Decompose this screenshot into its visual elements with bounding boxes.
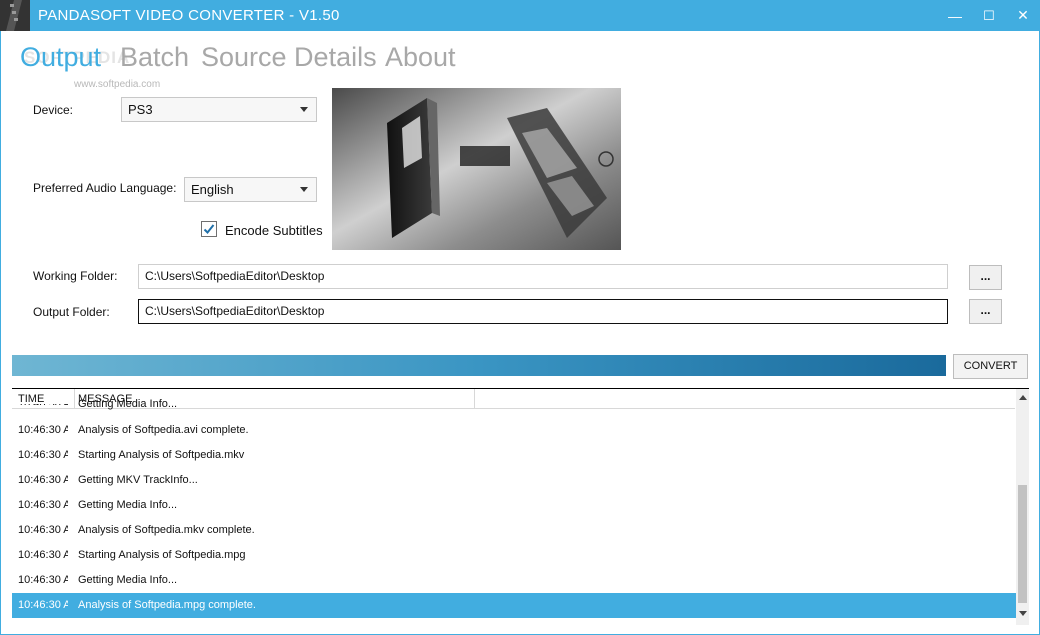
device-dropdown-value: PS3	[128, 102, 153, 117]
scrollbar-thumb[interactable]	[1018, 485, 1027, 603]
log-message: Analysis of Softpedia.avi complete.	[78, 424, 249, 436]
working-folder-label: Working Folder:	[33, 269, 118, 283]
window-title: PANDASOFT VIDEO CONVERTER - V1.50	[38, 7, 340, 24]
close-button[interactable]: ✕	[1007, 0, 1039, 31]
tab-about[interactable]: About	[385, 42, 456, 73]
audio-language-dropdown-value: English	[191, 182, 234, 197]
log-time: 10:46:30 AM	[18, 499, 68, 511]
table-row[interactable]: 10:46:30 AM Getting MKV TrackInfo...	[12, 468, 1016, 493]
log-message: Getting Media Info...	[78, 499, 178, 511]
log-message: Analysis of Softpedia.mkv complete.	[78, 524, 255, 536]
log-message: Analysis of Softpedia.mpg complete.	[78, 599, 256, 611]
chevron-down-icon	[300, 107, 308, 112]
table-row[interactable]: 10:46:30 AM Analysis of Softpedia.mkv co…	[12, 518, 1016, 543]
watermark-url: www.softpedia.com	[74, 79, 161, 90]
title-bar: PANDASOFT VIDEO CONVERTER - V1.50 — ☐ ✕	[0, 0, 1040, 31]
conversion-progress-bar	[12, 355, 946, 376]
audio-language-label: Preferred Audio Language:	[33, 181, 177, 195]
log-time: 10:46:30 AM	[18, 449, 68, 461]
checkmark-icon	[203, 224, 215, 234]
output-folder-input[interactable]: C:\Users\SoftpediaEditor\Desktop	[138, 299, 948, 324]
log-scrollbar[interactable]	[1016, 389, 1029, 625]
log-time: 10:46:30 AM	[18, 574, 68, 586]
device-label: Device:	[33, 103, 74, 117]
encode-subtitles-label: Encode Subtitles	[225, 223, 323, 238]
log-time: 10:46:30 AM	[18, 424, 68, 436]
table-row[interactable]: 10:46:30 AM Starting Analysis of Softped…	[12, 543, 1016, 568]
log-list[interactable]: TIME MESSAGE 10:46:30 AM Getting Media I…	[12, 388, 1029, 625]
output-folder-browse-button[interactable]: ...	[969, 299, 1002, 324]
audio-language-dropdown[interactable]: English	[184, 177, 317, 202]
log-time: 10:46:30 AM	[18, 404, 68, 405]
log-message: Starting Analysis of Softpedia.mpg	[78, 549, 246, 561]
table-row[interactable]: 10:46:30 AM Analysis of Softpedia.avi co…	[12, 418, 1016, 443]
table-row[interactable]: 10:46:30 AM Starting Analysis of Softped…	[12, 443, 1016, 468]
table-row[interactable]: 10:46:30 AM Getting Media Info...	[12, 568, 1016, 593]
scroll-down-arrow-icon[interactable]	[1019, 611, 1027, 616]
log-message: Getting Media Info...	[78, 398, 178, 410]
device-preview-image	[332, 88, 621, 250]
chevron-down-icon	[300, 187, 308, 192]
working-folder-browse-button[interactable]: ...	[969, 265, 1002, 290]
log-rows: 10:46:30 AM Getting Media Info... 10:46:…	[12, 398, 1016, 618]
log-message: Starting Analysis of Softpedia.mkv	[78, 449, 245, 461]
output-folder-label: Output Folder:	[33, 305, 110, 319]
device-dropdown[interactable]: PS3	[121, 97, 317, 122]
film-reel-icon	[0, 0, 30, 31]
log-message: Getting Media Info...	[78, 574, 178, 586]
table-row-selected[interactable]: 10:46:30 AM Analysis of Softpedia.mpg co…	[12, 593, 1016, 618]
encode-subtitles-checkbox[interactable]	[201, 221, 217, 237]
log-time: 10:46:30 AM	[18, 524, 68, 536]
maximize-button[interactable]: ☐	[973, 0, 1005, 31]
minimize-button[interactable]: —	[939, 0, 971, 31]
working-folder-input[interactable]: C:\Users\SoftpediaEditor\Desktop	[138, 264, 948, 289]
log-message: Getting MKV TrackInfo...	[78, 474, 198, 486]
table-row[interactable]: 10:46:30 AM Getting Media Info...	[12, 398, 1016, 418]
tab-output[interactable]: Output	[20, 42, 101, 73]
log-time: 10:46:30 AM	[18, 599, 68, 611]
scroll-up-arrow-icon[interactable]	[1019, 395, 1027, 400]
tab-batch[interactable]: Batch	[120, 42, 189, 73]
tab-source-details[interactable]: Source Details	[201, 42, 377, 73]
log-time: 10:46:30 AM	[18, 549, 68, 561]
convert-button[interactable]: CONVERT	[953, 354, 1028, 379]
log-time: 10:46:30 AM	[18, 474, 68, 486]
table-row[interactable]: 10:46:30 AM Getting Media Info...	[12, 493, 1016, 518]
